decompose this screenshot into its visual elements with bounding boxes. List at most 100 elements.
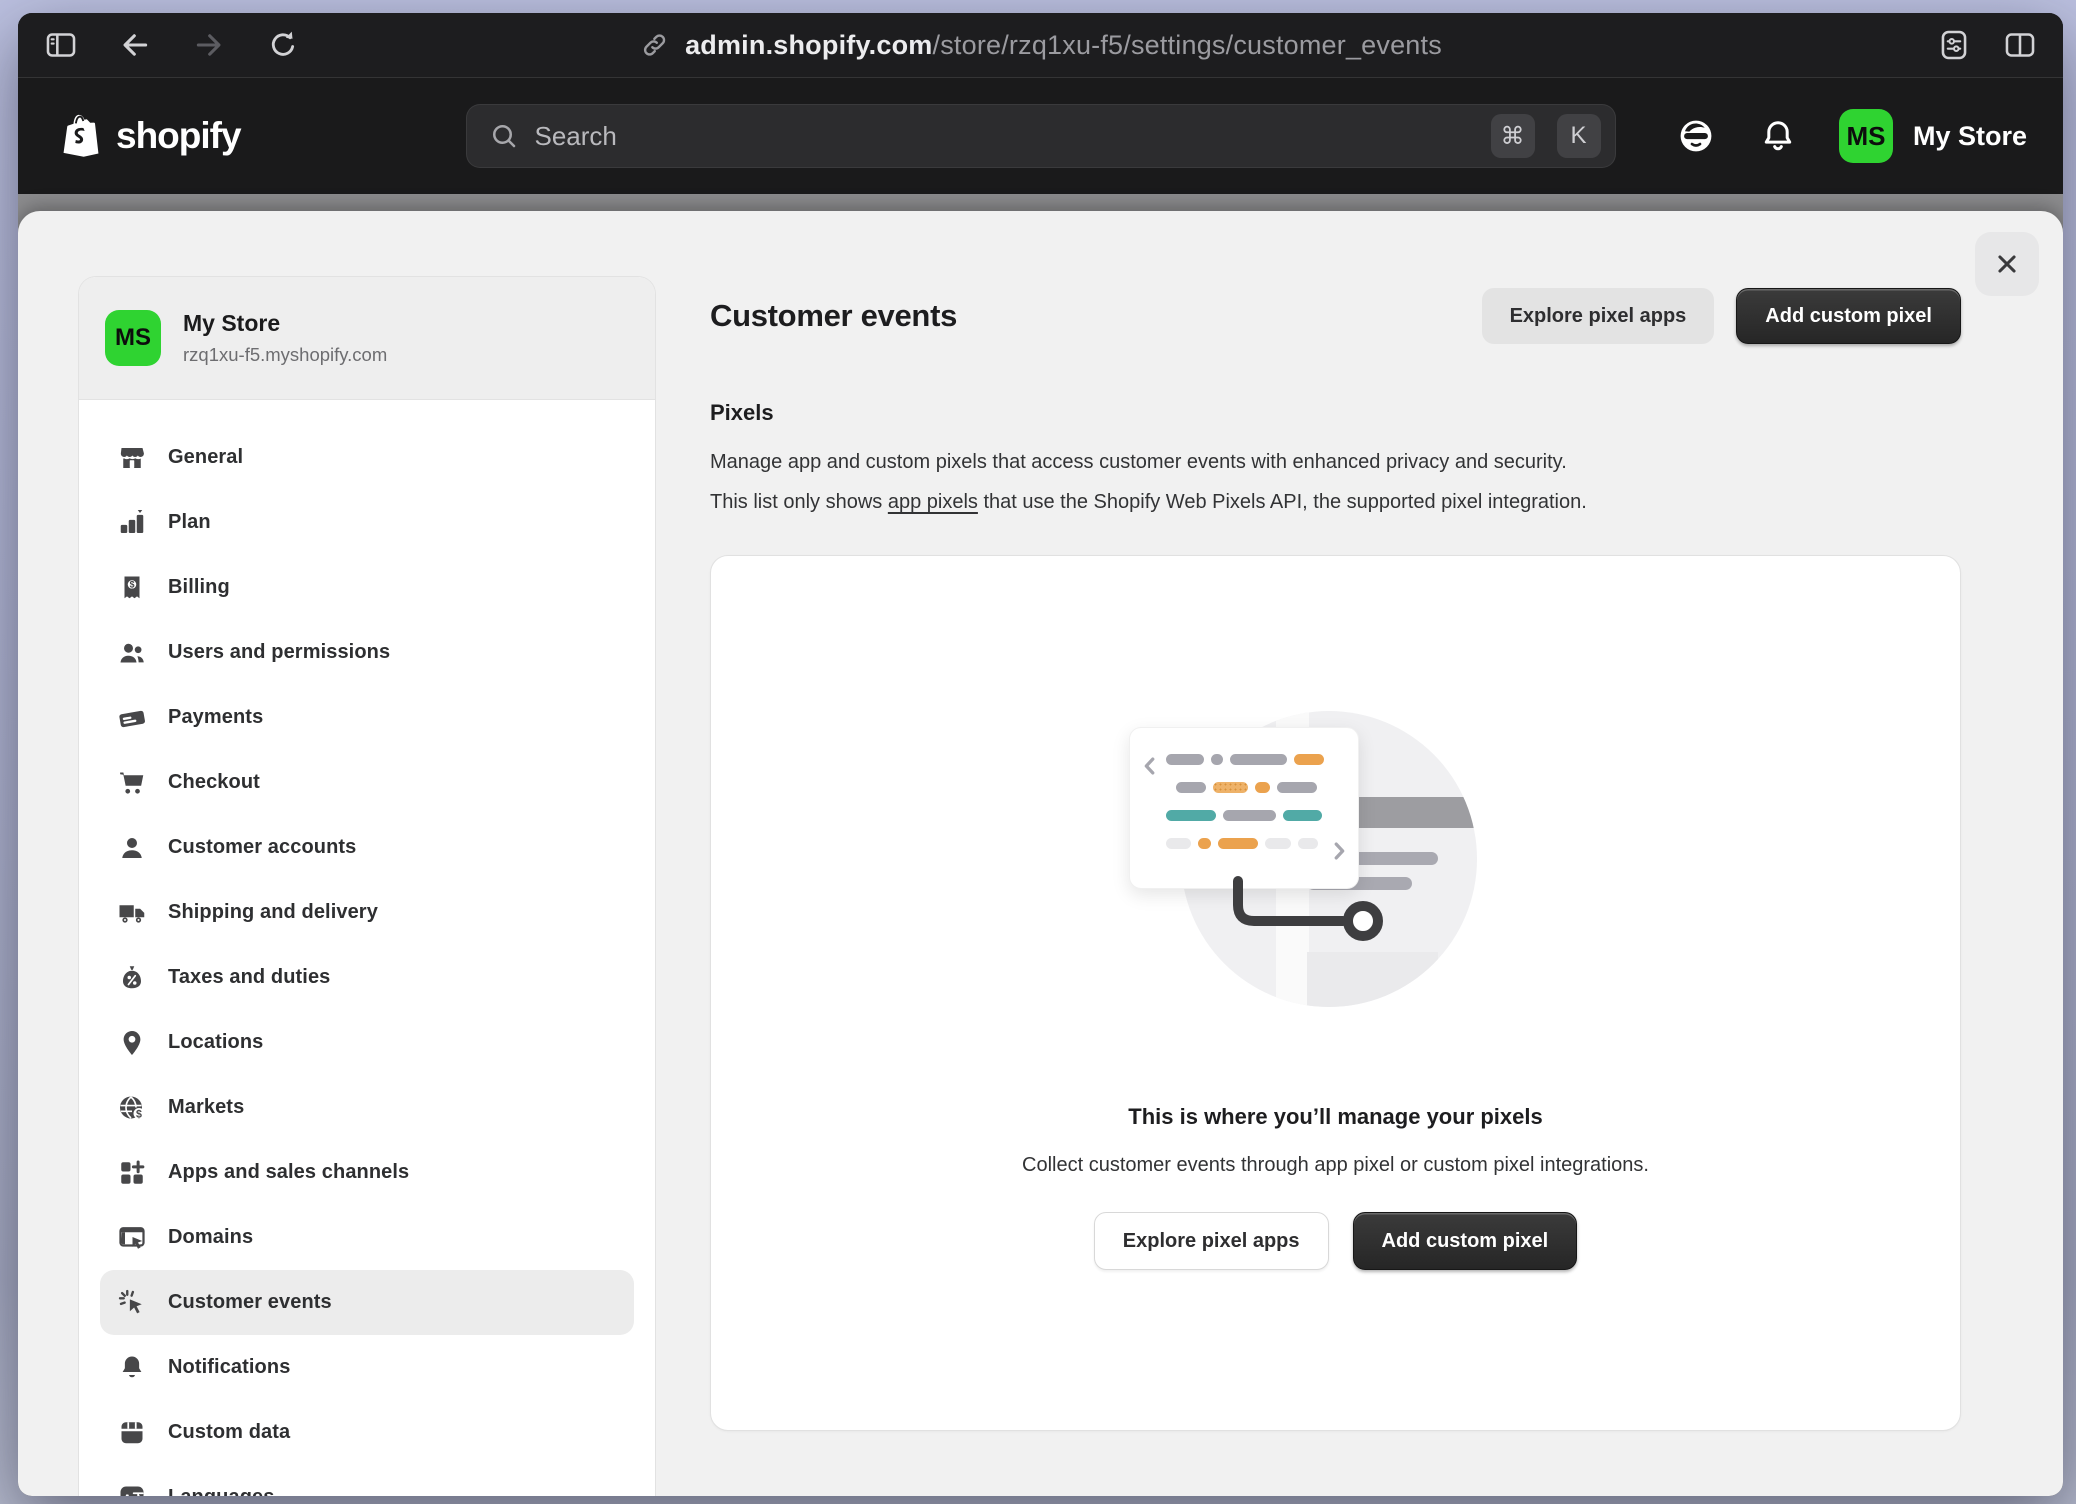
sidebar-item-label: General [168, 446, 243, 469]
sidebar-item-plan[interactable]: Plan [100, 490, 634, 555]
sidebar-item-label: Customer accounts [168, 836, 356, 859]
svg-text:$: $ [136, 1108, 142, 1120]
description-line-2: This list only shows [710, 491, 888, 513]
page-settings-icon[interactable] [1937, 28, 1971, 62]
store-avatar: MS [105, 310, 161, 366]
address-bar[interactable]: admin.shopify.com/store/rzq1xu-f5/settin… [639, 13, 1442, 77]
sidebar-item-label: Shipping and delivery [168, 901, 378, 924]
click-events-icon [117, 1288, 147, 1318]
notifications-bell-icon[interactable] [1759, 117, 1797, 155]
sidebar-item-notifications[interactable]: Notifications [100, 1335, 634, 1400]
store-domain: rzq1xu-f5.myshopify.com [183, 344, 387, 366]
chevron-right-icon [1328, 836, 1350, 866]
app-pixels-link[interactable]: app pixels [888, 491, 978, 513]
empty-state-subtext: Collect customer events through app pixe… [711, 1154, 1960, 1177]
reload-icon[interactable] [266, 28, 300, 62]
url-path: /store/rzq1xu-f5/settings/customer_event… [933, 30, 1442, 60]
apps-icon [117, 1158, 147, 1188]
sidebar-item-label: Custom data [168, 1421, 290, 1444]
sidebar-item-apps-and-sales-channels[interactable]: Apps and sales channels [100, 1140, 634, 1205]
languages-icon: A [117, 1483, 147, 1497]
account-menu[interactable]: MS My Store [1839, 109, 2027, 163]
sidebar-item-label: Notifications [168, 1356, 290, 1379]
globe-icon: $ [117, 1093, 147, 1123]
pixels-illustration [1096, 711, 1576, 1016]
sidebar-item-label: Languages [168, 1486, 274, 1496]
cart-icon [117, 768, 147, 798]
sidebar-item-checkout[interactable]: Checkout [100, 750, 634, 815]
sidekick-icon[interactable] [1675, 115, 1717, 157]
browser-window: admin.shopify.com/store/rzq1xu-f5/settin… [18, 13, 2063, 1496]
link-icon [639, 30, 669, 60]
settings-modal: MS My Store rzq1xu-f5.myshopify.com Gene… [18, 211, 2063, 1496]
sidebar-item-label: Plan [168, 511, 211, 534]
sidebar-item-label: Domains [168, 1226, 253, 1249]
sidebar-toggle-icon[interactable] [44, 28, 78, 62]
person-icon [117, 833, 147, 863]
svg-text:$: $ [130, 579, 135, 589]
browser-toolbar: admin.shopify.com/store/rzq1xu-f5/settin… [18, 13, 2063, 78]
store-icon [117, 443, 147, 473]
pixels-section-heading: Pixels [710, 400, 1961, 426]
code-snippet-card [1129, 727, 1359, 889]
sidebar-item-domains[interactable]: Domains [100, 1205, 634, 1270]
main-content: Customer events Explore pixel apps Add c… [710, 211, 1961, 1431]
admin-header: shopify Search ⌘ K MS My Store [18, 78, 2063, 194]
search-icon [489, 121, 519, 151]
store-name: My Store [183, 310, 387, 337]
users-icon [117, 638, 147, 668]
billing-icon: $ [117, 573, 147, 603]
split-view-icon[interactable] [2003, 28, 2037, 62]
sidebar-item-custom-data[interactable]: Custom data [100, 1400, 634, 1465]
sidebar-item-taxes-and-duties[interactable]: Taxes and duties [100, 945, 634, 1010]
search-input[interactable]: Search ⌘ K [466, 104, 1616, 168]
sidebar-item-label: Users and permissions [168, 641, 390, 664]
shopify-wordmark: shopify [116, 115, 241, 157]
avatar: MS [1839, 109, 1893, 163]
forward-icon[interactable] [192, 28, 226, 62]
url-host: admin.shopify.com [685, 30, 932, 60]
sidebar-item-label: Taxes and duties [168, 966, 330, 989]
sidebar-item-billing[interactable]: $Billing [100, 555, 634, 620]
sidebar-item-shipping-and-delivery[interactable]: Shipping and delivery [100, 880, 634, 945]
sidebar-item-label: Customer events [168, 1291, 332, 1314]
sidebar-item-users-and-permissions[interactable]: Users and permissions [100, 620, 634, 685]
notifications-icon [117, 1353, 147, 1383]
sidebar-item-label: Payments [168, 706, 263, 729]
settings-nav: General Plan $Billing Users and permissions… [79, 400, 655, 1496]
description-line-1: Manage app and custom pixels that access… [710, 451, 1567, 473]
sidebar-item-customer-events[interactable]: Customer events [100, 1270, 634, 1335]
sidebar-item-languages[interactable]: A Languages [100, 1465, 634, 1496]
plan-icon [117, 508, 147, 538]
sidebar-item-general[interactable]: General [100, 425, 634, 490]
sidebar-item-locations[interactable]: Locations [100, 1010, 634, 1075]
shopify-bag-icon [58, 111, 104, 161]
chevron-left-icon [1139, 751, 1161, 781]
payments-icon [117, 703, 147, 733]
kbd-k: K [1557, 114, 1601, 158]
sidebar-item-customer-accounts[interactable]: Customer accounts [100, 815, 634, 880]
sidebar-item-payments[interactable]: Payments [100, 685, 634, 750]
add-custom-pixel-button[interactable]: Add custom pixel [1736, 288, 1961, 344]
close-button[interactable] [1975, 232, 2039, 296]
empty-state-heading: This is where you’ll manage your pixels [711, 1104, 1960, 1130]
empty-explore-pixel-apps-button[interactable]: Explore pixel apps [1094, 1212, 1329, 1270]
shopify-logo[interactable]: shopify [58, 111, 241, 161]
description-line-2-end: that use the Shopify Web Pixels API, the… [978, 491, 1587, 513]
pixels-empty-card: This is where you’ll manage your pixels … [710, 555, 1961, 1431]
sidebar-item-label: Markets [168, 1096, 244, 1119]
empty-add-custom-pixel-button[interactable]: Add custom pixel [1353, 1212, 1578, 1270]
taxes-icon [117, 963, 147, 993]
back-icon[interactable] [118, 28, 152, 62]
truck-icon [117, 898, 147, 928]
settings-sidebar: MS My Store rzq1xu-f5.myshopify.com Gene… [78, 276, 656, 1496]
explore-pixel-apps-button[interactable]: Explore pixel apps [1482, 288, 1715, 344]
domains-icon [117, 1223, 147, 1253]
sidebar-item-label: Checkout [168, 771, 260, 794]
store-card[interactable]: MS My Store rzq1xu-f5.myshopify.com [79, 277, 655, 400]
custom-data-icon [117, 1418, 147, 1448]
sidebar-item-markets[interactable]: $ Markets [100, 1075, 634, 1140]
sidebar-item-label: Locations [168, 1031, 263, 1054]
kbd-cmd: ⌘ [1491, 114, 1535, 158]
svg-text:A: A [123, 1492, 132, 1496]
